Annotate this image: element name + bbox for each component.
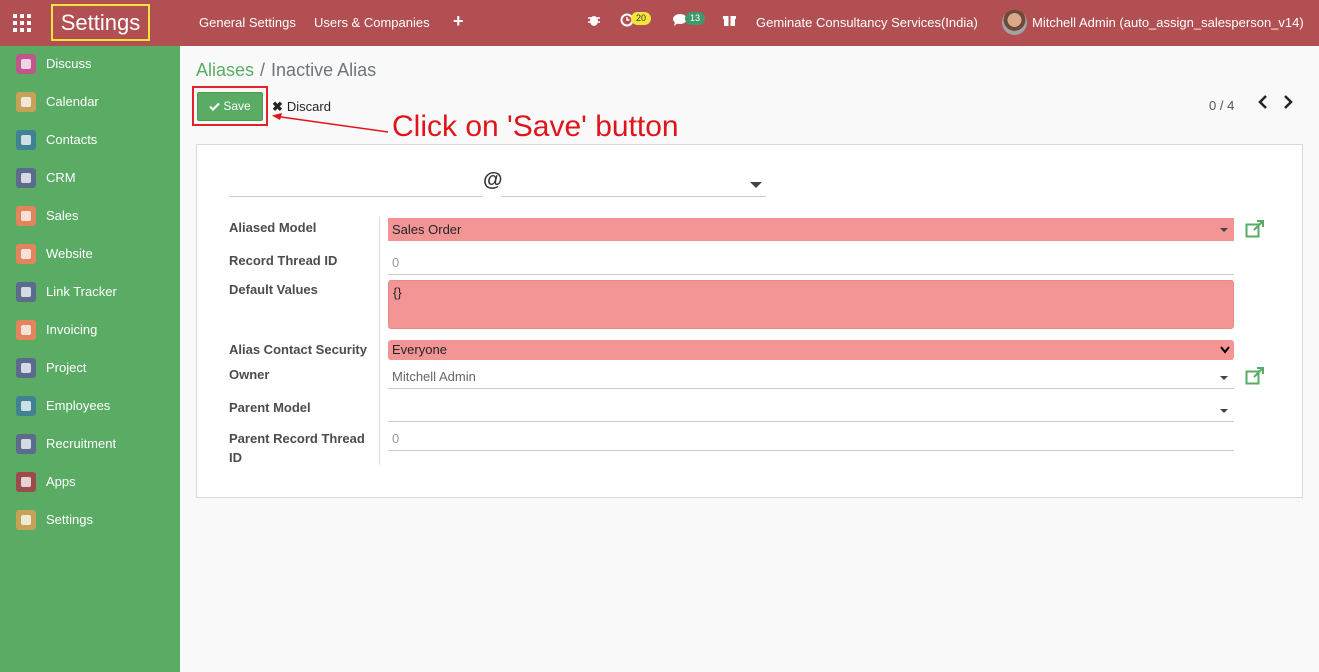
record-thread-id-value: 0	[392, 255, 400, 270]
aliased-model-label: Aliased Model	[229, 220, 317, 235]
sidebar-item-sales[interactable]: Sales	[0, 198, 180, 236]
menu-general-settings[interactable]: General Settings	[199, 15, 296, 30]
main-content: Aliases / Inactive Alias Save ✖ Discard 0 /…	[180, 46, 1319, 672]
sidebar-item-settings[interactable]: Settings	[0, 502, 180, 540]
settings-icon	[16, 510, 36, 530]
gift-icon[interactable]	[723, 13, 736, 30]
sidebar-item-label: Employees	[46, 398, 111, 413]
contacts-icon	[16, 130, 36, 150]
menu-users-companies[interactable]: Users & Companies	[314, 15, 430, 30]
apps-icon	[16, 472, 36, 492]
alias-contact-security-select[interactable]: Everyone	[388, 340, 1234, 360]
annotation-text: Click on 'Save' button	[392, 110, 679, 143]
chevron-right-icon[interactable]	[1283, 95, 1293, 114]
parent-model-label: Parent Model	[229, 400, 311, 415]
sidebar: Discuss Calendar Contacts CRM Sales Webs…	[0, 46, 180, 672]
message-count-badge: 13	[685, 12, 706, 25]
check-icon	[209, 102, 221, 112]
parent-record-thread-id-field[interactable]: 0	[388, 427, 1234, 451]
label-divider	[379, 217, 380, 465]
owner-value: Mitchell Admin	[392, 369, 476, 384]
default-values-label: Default Values	[229, 282, 318, 297]
record-thread-id-field[interactable]: 0	[388, 251, 1234, 275]
caret-down-icon	[1220, 228, 1228, 232]
alias-domain-select[interactable]	[501, 173, 766, 197]
user-avatar[interactable]	[1002, 10, 1027, 35]
calendar-icon	[16, 92, 36, 112]
sidebar-item-label: CRM	[46, 170, 76, 185]
sidebar-item-label: Discuss	[46, 56, 92, 71]
crm-icon	[16, 168, 36, 188]
user-menu[interactable]: Mitchell Admin (auto_assign_salesperson_…	[1032, 15, 1304, 30]
discuss-icon	[16, 54, 36, 74]
sidebar-item-label: Recruitment	[46, 436, 117, 451]
sidebar-item-website[interactable]: Website	[0, 236, 180, 274]
default-values-textarea[interactable]: {}	[388, 280, 1234, 329]
save-label: Save	[223, 99, 251, 113]
form-sheet: @ Aliased Model Sales Order Record Threa…	[196, 144, 1303, 498]
sidebar-item-label: Invoicing	[46, 322, 98, 337]
plus-icon[interactable]: +	[453, 11, 464, 32]
record-thread-id-label: Record Thread ID	[229, 253, 338, 268]
owner-label: Owner	[229, 367, 270, 382]
sidebar-item-label: Project	[46, 360, 87, 375]
alias-contact-security-value: Everyone	[392, 342, 447, 357]
sidebar-item-calendar[interactable]: Calendar	[0, 84, 180, 122]
employees-icon	[16, 396, 36, 416]
parent-record-thread-id-label: Parent Record Thread ID	[229, 431, 365, 465]
caret-down-icon	[750, 182, 762, 188]
recruitment-icon	[16, 434, 36, 454]
default-values-value: {}	[393, 285, 402, 300]
sidebar-item-label: Contacts	[46, 132, 98, 147]
bug-icon[interactable]	[587, 13, 601, 30]
sidebar-item-label: Sales	[46, 208, 79, 223]
breadcrumb-aliases-link[interactable]: Aliases	[196, 60, 254, 80]
parent-model-field[interactable]	[388, 398, 1234, 422]
sidebar-item-contacts[interactable]: Contacts	[0, 122, 180, 160]
app-title: Settings	[51, 4, 150, 41]
at-sign: @	[483, 169, 503, 191]
sidebar-item-project[interactable]: Project	[0, 350, 180, 388]
breadcrumb-current: Inactive Alias	[271, 60, 377, 80]
save-button[interactable]: Save	[197, 92, 263, 121]
breadcrumb-separator: /	[260, 60, 266, 80]
aliased-model-value: Sales Order	[392, 222, 462, 237]
aliased-model-field[interactable]: Sales Order	[388, 218, 1234, 241]
external-link-icon[interactable]	[1245, 367, 1265, 387]
sidebar-item-discuss[interactable]: Discuss	[0, 46, 180, 84]
sidebar-item-label: Apps	[46, 474, 76, 489]
parent-record-thread-id-value: 0	[392, 431, 400, 446]
link-icon	[16, 282, 36, 302]
sales-icon	[16, 206, 36, 226]
alias-name-input[interactable]	[229, 173, 483, 197]
alias-contact-security-label: Alias Contact Security	[229, 342, 367, 357]
sidebar-item-recruitment[interactable]: Recruitment	[0, 426, 180, 464]
parent-model-value	[388, 402, 392, 417]
owner-field[interactable]: Mitchell Admin	[388, 365, 1234, 389]
sidebar-item-label: Calendar	[46, 94, 99, 109]
invoicing-icon	[16, 320, 36, 340]
external-link-icon[interactable]	[1245, 220, 1265, 240]
sidebar-item-label: Settings	[46, 512, 93, 527]
sidebar-item-label: Website	[46, 246, 93, 261]
sidebar-item-link-tracker[interactable]: Link Tracker	[0, 274, 180, 312]
sidebar-item-apps[interactable]: Apps	[0, 464, 180, 502]
sidebar-item-crm[interactable]: CRM	[0, 160, 180, 198]
activity-count-badge: 20	[631, 12, 652, 25]
caret-down-icon	[1220, 409, 1228, 413]
pager-value[interactable]: 0 / 4	[1209, 98, 1234, 113]
top-navbar: Settings General Settings Users & Compan…	[0, 0, 1319, 46]
chevron-down-icon	[1220, 346, 1230, 354]
caret-down-icon	[1220, 376, 1228, 380]
breadcrumb: Aliases / Inactive Alias	[196, 60, 376, 81]
sidebar-item-invoicing[interactable]: Invoicing	[0, 312, 180, 350]
chevron-left-icon[interactable]	[1258, 95, 1268, 114]
project-icon	[16, 358, 36, 378]
apps-menu-icon[interactable]	[13, 14, 31, 32]
website-icon	[16, 244, 36, 264]
annotation-arrow	[272, 113, 389, 133]
sidebar-item-employees[interactable]: Employees	[0, 388, 180, 426]
company-switcher[interactable]: Geminate Consultancy Services(India)	[756, 15, 978, 30]
sidebar-item-label: Link Tracker	[46, 284, 117, 299]
